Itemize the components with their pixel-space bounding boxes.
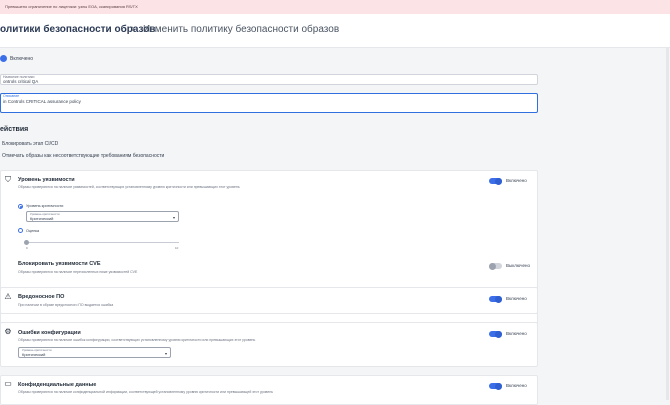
page-title: Изменить политику безопасности образов xyxy=(143,24,340,35)
misconfiguration-toggle-label: Включено xyxy=(506,331,527,336)
misconfiguration-select-value: Критический xyxy=(22,352,46,357)
malware-title: Вредоносное ПО xyxy=(18,294,65,300)
vulnerability-description: Образы проверяются на наличие уязвимосте… xyxy=(18,185,240,189)
score-slider-track[interactable] xyxy=(26,242,179,243)
settings-icon: ⚙ xyxy=(4,327,12,336)
cve-block-title: Блокировать уязвимости CVE xyxy=(18,261,101,267)
policy-description-label: Описание xyxy=(3,94,20,98)
misconfiguration-toggle[interactable] xyxy=(489,330,502,338)
actions-section-title: ействия xyxy=(0,126,29,133)
score-slider-thumb[interactable] xyxy=(24,240,29,245)
severity-select[interactable]: Уровень критичности Критический ▾ xyxy=(26,211,179,222)
page-header: олитики безопасности образов › Изменить … xyxy=(0,14,670,48)
action-block-ci[interactable]: Блокировать этап CI/CD xyxy=(2,141,58,147)
misconfiguration-title: Ошибки конфигурации xyxy=(18,330,81,336)
malware-description: При наличии в образе вредоносного ПО выд… xyxy=(18,303,114,307)
policy-name-value: ontrols critical QA xyxy=(3,79,39,84)
policy-enabled-toggle[interactable]: Включено xyxy=(0,55,33,62)
score-radio-label: Оценка xyxy=(26,229,40,233)
policy-description-value: in Controls CRITICAL assurance policy xyxy=(3,99,81,104)
cve-block-toggle[interactable] xyxy=(489,262,502,270)
chevron-down-icon: ▾ xyxy=(164,351,167,356)
policy-enabled-label: Включено xyxy=(10,55,34,62)
page-scrollbar[interactable] xyxy=(666,47,669,400)
score-max-label: 10 xyxy=(175,246,179,250)
score-min-label: 0 xyxy=(26,246,28,250)
malware-toggle[interactable] xyxy=(489,295,502,303)
card-icon: ▭ xyxy=(4,379,12,388)
sensitive-data-card: ▭ Конфиденциальные данные Образы проверя… xyxy=(0,375,538,405)
misconfiguration-card: ⚙ Ошибки конфигурации Образы проверяются… xyxy=(0,322,538,367)
chevron-down-icon: ▾ xyxy=(172,215,175,220)
misconfiguration-severity-select[interactable]: Уровень критичности Критический ▾ xyxy=(18,347,171,358)
severity-select-value: Критический xyxy=(30,216,54,221)
sensitive-data-description: Образы проверяются на наличие конфиденци… xyxy=(18,390,274,394)
severity-radio-label: Уровень критичности xyxy=(26,204,64,208)
severity-radio[interactable] xyxy=(18,204,23,209)
policy-description-field[interactable]: Описание in Controls CRITICAL assurance … xyxy=(0,93,538,113)
cve-block-toggle-label: Выключено xyxy=(506,263,530,268)
policy-name-field[interactable]: Название политики ontrols critical QA xyxy=(0,74,538,85)
policy-form: Включено Название политики ontrols criti… xyxy=(0,47,670,405)
misconfiguration-description: Образы проверяются на наличие ошибок кон… xyxy=(18,338,256,342)
vulnerability-toggle[interactable] xyxy=(489,177,502,185)
license-warning-banner: Превышено ограничение по лицензии: узлы … xyxy=(0,0,670,14)
shield-icon: ⛉ xyxy=(5,175,11,184)
enabled-indicator-icon xyxy=(0,55,7,62)
sensitive-data-title: Конфиденциальные данные xyxy=(18,382,97,388)
bug-icon: ⚠ xyxy=(4,292,12,301)
breadcrumb-separator: › xyxy=(131,23,135,35)
sensitive-data-toggle[interactable] xyxy=(489,382,502,390)
malware-toggle-label: Включено xyxy=(506,296,527,301)
sensitive-data-toggle-label: Включено xyxy=(506,383,527,388)
score-radio[interactable] xyxy=(18,228,23,233)
malware-card: ⚠ Вредоносное ПО При наличии в образе вр… xyxy=(0,287,538,314)
action-mark-noncompliant[interactable]: Отмечать образы как несоответствующие тр… xyxy=(2,153,164,159)
cve-block-description: Образы проверяются на наличие перечислен… xyxy=(18,270,138,274)
vulnerability-toggle-label: Включено xyxy=(506,178,527,183)
vulnerability-title: Уровень уязвимости xyxy=(18,177,75,183)
